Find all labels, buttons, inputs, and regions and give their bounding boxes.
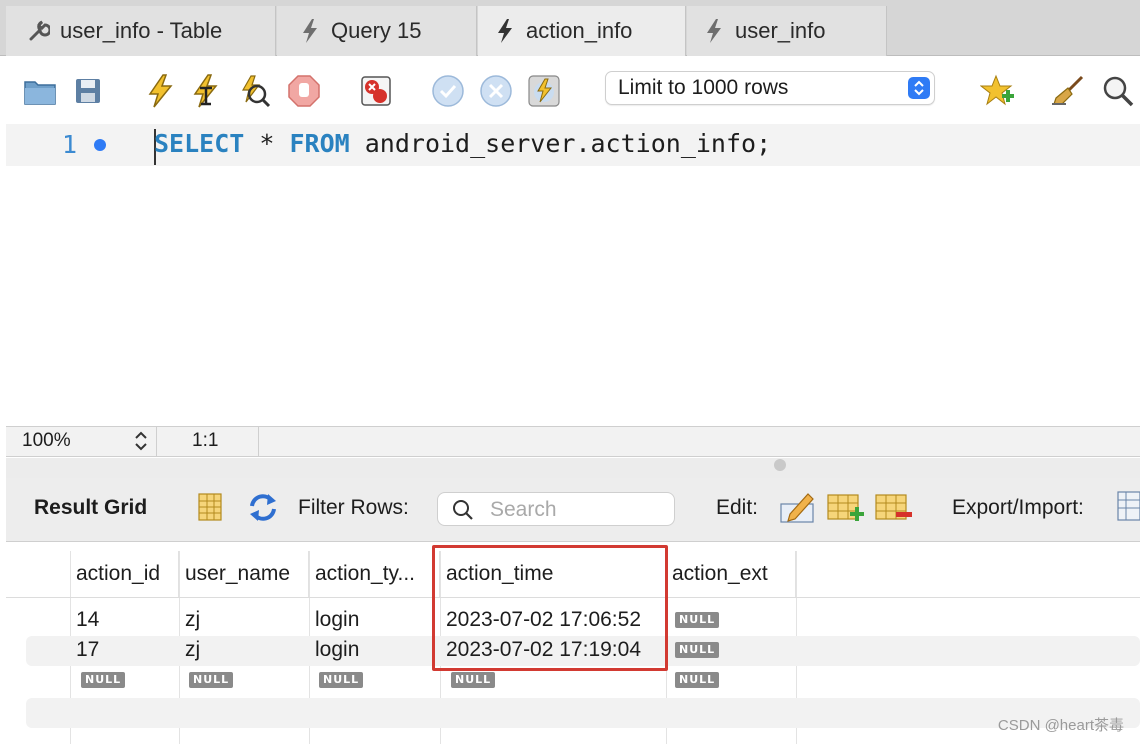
- null-badge: NULL: [319, 672, 364, 688]
- search-icon: [452, 499, 474, 527]
- editor-status-bar: 100% 1:1: [6, 426, 1140, 457]
- action-time-highlight-box: [432, 545, 668, 671]
- find-magnifier-icon[interactable]: [1100, 73, 1136, 109]
- cursor-position: 1:1: [158, 427, 259, 456]
- cell-action-ext[interactable]: NULL: [670, 665, 720, 695]
- watermark: CSDN @heart茶毒: [997, 717, 1124, 734]
- column-header-action-type[interactable]: action_ty...: [310, 551, 440, 597]
- cell-action-type[interactable]: login: [310, 635, 359, 665]
- sql-table-ref: android_server.action_info;: [349, 129, 772, 158]
- zoom-select[interactable]: 100%: [6, 427, 157, 456]
- select-stepper-icon: [908, 77, 930, 99]
- line-number: 1: [62, 130, 78, 159]
- result-toolbar: Result Grid Filter Rows: Search Edit: Ex…: [6, 478, 1140, 542]
- statement-marker-dot-icon: [94, 139, 106, 151]
- splitter-handle-icon[interactable]: [774, 459, 786, 471]
- cell-action-ext[interactable]: NULL: [670, 605, 720, 635]
- grid-view-icon[interactable]: [196, 492, 224, 528]
- cell-action-type[interactable]: login: [310, 605, 359, 635]
- beautify-broom-icon[interactable]: [1050, 73, 1086, 109]
- column-header-action-ext[interactable]: action_ext: [667, 551, 796, 597]
- rollback-x-icon[interactable]: [478, 73, 514, 109]
- keyword-from: FROM: [289, 129, 350, 158]
- table-row-stripe: [26, 698, 1140, 728]
- limit-rows-select[interactable]: Limit to 1000 rows: [605, 71, 935, 105]
- edit-label: Edit:: [716, 496, 759, 519]
- export-import-label: Export/Import:: [952, 496, 1084, 519]
- commit-check-icon[interactable]: [430, 73, 466, 109]
- add-row-icon[interactable]: [826, 492, 866, 530]
- zoom-value: 100%: [22, 430, 71, 451]
- column-header-action-id[interactable]: action_id: [71, 551, 179, 597]
- cell-action-id[interactable]: 17: [71, 635, 99, 665]
- open-folder-icon[interactable]: [22, 73, 58, 109]
- zoom-stepper-icon[interactable]: [133, 430, 149, 458]
- null-badge: NULL: [675, 642, 720, 658]
- tab-user-info-table[interactable]: user_info - Table: [6, 6, 276, 56]
- stop-icon[interactable]: [286, 73, 322, 109]
- edit-row-pencil-icon[interactable]: [778, 490, 818, 532]
- tab-label: user_info - Table: [60, 18, 223, 43]
- null-badge: NULL: [189, 672, 234, 688]
- keyword-select: SELECT: [154, 129, 245, 158]
- explain-icon[interactable]: [236, 73, 272, 109]
- cursor-position-value: 1:1: [192, 430, 219, 451]
- search-placeholder: Search: [490, 498, 557, 521]
- cell-action-type[interactable]: NULL: [314, 665, 364, 695]
- add-snippet-star-icon[interactable]: [980, 73, 1016, 109]
- cell-user-name[interactable]: zj: [180, 605, 200, 635]
- filter-rows-label: Filter Rows:: [298, 496, 409, 519]
- tab-user-info[interactable]: user_info: [687, 6, 887, 56]
- tab-label: Query 15: [331, 18, 422, 43]
- limit-rows-value: Limit to 1000 rows: [618, 76, 789, 99]
- cell-user-name[interactable]: NULL: [184, 665, 234, 695]
- tab-bar: user_info - Table Query 15 action_info u…: [0, 0, 1140, 56]
- tab-action-info[interactable]: action_info: [478, 6, 686, 56]
- export-grid-icon[interactable]: [1116, 490, 1140, 532]
- cell-user-name[interactable]: zj: [180, 635, 200, 665]
- cell-action-id[interactable]: NULL: [76, 665, 126, 695]
- toggle-error-icon[interactable]: [358, 73, 394, 109]
- null-badge: NULL: [451, 672, 496, 688]
- null-badge: NULL: [675, 672, 720, 688]
- refresh-icon[interactable]: [246, 492, 280, 528]
- tab-query-15[interactable]: Query 15: [277, 6, 477, 56]
- sql-toolbar: [0, 57, 1140, 123]
- tab-label: user_info: [735, 18, 826, 43]
- save-icon[interactable]: [70, 73, 106, 109]
- lightning-icon: [703, 18, 725, 44]
- result-grid-title: Result Grid: [34, 496, 148, 519]
- null-badge: NULL: [675, 612, 720, 628]
- execute-lightning-icon[interactable]: [142, 73, 178, 109]
- null-badge: NULL: [81, 672, 126, 688]
- delete-row-icon[interactable]: [874, 492, 914, 530]
- sql-star: *: [244, 129, 290, 158]
- tab-label: action_info: [526, 18, 633, 43]
- column-header-user-name[interactable]: user_name: [180, 551, 309, 597]
- filter-search-field[interactable]: Search: [437, 492, 675, 526]
- lightning-icon: [494, 18, 516, 44]
- sql-editor[interactable]: 1 SELECT * FROM android_server.action_in…: [6, 124, 1140, 426]
- lightning-icon: [299, 18, 321, 44]
- sql-statement[interactable]: SELECT * FROM android_server.action_info…: [154, 129, 771, 158]
- autocommit-toggle-icon[interactable]: [526, 73, 562, 109]
- wrench-icon: [28, 18, 50, 44]
- execute-current-icon[interactable]: [188, 73, 224, 109]
- panel-splitter[interactable]: [6, 458, 1140, 478]
- cell-action-ext[interactable]: NULL: [670, 635, 720, 665]
- cell-action-id[interactable]: 14: [71, 605, 99, 635]
